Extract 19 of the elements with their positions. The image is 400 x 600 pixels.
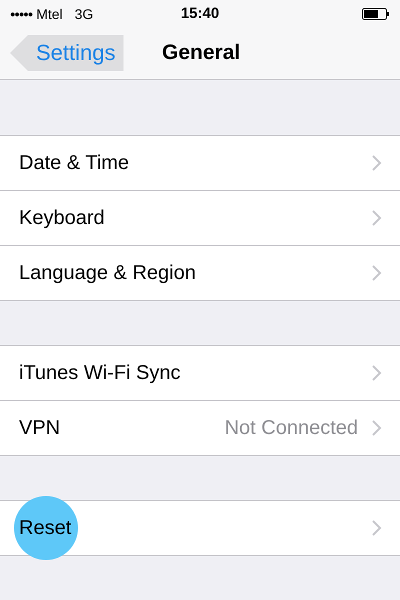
row-label[interactable]: Reset bbox=[19, 516, 72, 540]
carrier-name: Mtel bbox=[36, 6, 63, 22]
chevron-icon bbox=[372, 420, 382, 436]
row-label[interactable]: iTunes Wi-Fi Sync bbox=[19, 362, 181, 384]
chevron-icon bbox=[372, 210, 382, 226]
row-value: Not Connected bbox=[224, 416, 358, 440]
row-label[interactable]: Language & Region bbox=[19, 262, 196, 284]
status-time: 15:40 bbox=[180, 5, 220, 22]
battery-icon bbox=[362, 8, 390, 20]
network-type: 3G bbox=[74, 6, 94, 22]
chevron-icon bbox=[372, 265, 382, 281]
row-label[interactable]: VPN bbox=[19, 416, 60, 440]
row-label[interactable]: Date & Time bbox=[19, 152, 130, 174]
signal-dots: ●●●●● bbox=[10, 8, 32, 18]
chevron-icon bbox=[372, 520, 382, 536]
chevron-icon bbox=[372, 155, 382, 171]
page-title: General bbox=[162, 41, 240, 65]
row-label[interactable]: Keyboard bbox=[19, 206, 105, 230]
chevron-icon bbox=[372, 365, 382, 381]
